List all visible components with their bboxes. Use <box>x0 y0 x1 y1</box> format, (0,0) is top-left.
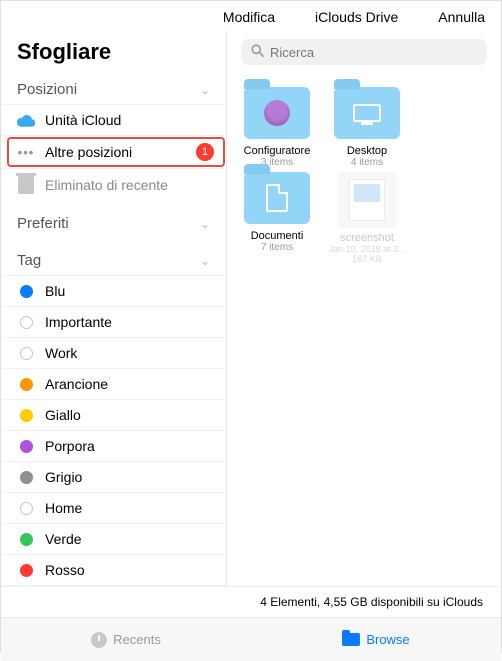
folder-icon <box>244 87 310 139</box>
trash-icon <box>17 176 35 194</box>
chevron-down-icon: ⌄ <box>200 217 210 231</box>
tag-label: Importante <box>45 314 214 330</box>
search-input[interactable] <box>270 45 477 60</box>
title: iClouds Drive <box>315 9 398 25</box>
tag-item[interactable]: Arancione <box>1 368 226 399</box>
sidebar-item-more-locations[interactable]: ••• Altre posizioni 1 <box>1 135 226 168</box>
tag-label: Porpora <box>45 438 214 454</box>
chevron-down-icon: ⌄ <box>200 83 210 97</box>
tag-label: Rosso <box>45 562 214 578</box>
tab-label: Recents <box>113 632 161 647</box>
tag-label: Grigio <box>45 469 214 485</box>
item-name: screenshot <box>340 232 394 244</box>
item-sub: 7 items <box>261 242 293 253</box>
section-favorites[interactable]: Preferiti ⌄ <box>1 209 226 238</box>
section-locations[interactable]: Posizioni ⌄ <box>1 75 226 104</box>
tag-label: Home <box>45 500 214 516</box>
status-bar: 4 Elementi, 4,55 GB disponibili su iClou… <box>1 586 501 617</box>
tab-label: Browse <box>366 632 409 647</box>
section-tags[interactable]: Tag ⌄ <box>1 246 226 275</box>
file-item[interactable]: screenshotJan 10, 2018 at 3...167 KB <box>325 172 409 264</box>
section-label: Tag <box>17 252 41 269</box>
tag-dot-icon <box>17 409 35 422</box>
tag-item[interactable]: Home <box>1 492 226 523</box>
folder-icon <box>342 633 360 646</box>
tag-label: Giallo <box>45 407 214 423</box>
clock-icon <box>91 632 107 648</box>
tag-item[interactable]: Grigio <box>1 461 226 492</box>
tag-dot-icon <box>17 378 35 391</box>
sidebar-item-label: Altre posizioni <box>45 144 186 160</box>
tag-item[interactable]: Giallo <box>1 399 226 430</box>
tag-label: Verde <box>45 531 214 547</box>
sidebar-item-label: Eliminato di recente <box>45 177 214 193</box>
tag-dot-icon <box>17 440 35 453</box>
item-sub: 4 items <box>351 157 383 168</box>
content-area: Configuratore3 itemsDesktop4 itemsDocume… <box>227 31 501 586</box>
tag-label: Arancione <box>45 376 214 392</box>
bottom-bar: Recents Browse <box>1 617 501 661</box>
tag-ring-icon <box>17 347 35 360</box>
tag-label: Work <box>45 345 214 361</box>
tab-recents[interactable]: Recents <box>1 618 251 661</box>
item-size: 167 KB <box>352 254 382 264</box>
sidebar-item-label: Unità iCloud <box>45 112 214 128</box>
tag-dot-icon <box>17 471 35 484</box>
edit-button[interactable]: Modifica <box>223 9 275 25</box>
tag-label: Blu <box>45 283 214 299</box>
sidebar-item-recently-deleted[interactable]: Eliminato di recente <box>1 168 226 201</box>
tag-item[interactable]: Porpora <box>1 430 226 461</box>
notification-badge: 1 <box>196 143 214 161</box>
tab-browse[interactable]: Browse <box>251 618 501 661</box>
tag-item[interactable]: Rosso <box>1 554 226 586</box>
item-name: Desktop <box>347 145 387 157</box>
page-title: Sfogliare <box>1 35 226 75</box>
folder-item[interactable]: Documenti7 items <box>235 172 319 264</box>
section-label: Posizioni <box>17 81 77 98</box>
tag-ring-icon <box>17 316 35 329</box>
search-field[interactable] <box>241 39 487 65</box>
folder-icon <box>244 172 310 224</box>
item-name: Documenti <box>251 230 304 242</box>
tag-dot-icon <box>17 564 35 577</box>
tag-item[interactable]: Importante <box>1 306 226 337</box>
folder-item[interactable]: Desktop4 items <box>325 87 409 168</box>
tag-item[interactable]: Blu <box>1 275 226 306</box>
item-date: Jan 10, 2018 at 3... <box>328 244 405 254</box>
tag-ring-icon <box>17 502 35 515</box>
tag-item[interactable]: Verde <box>1 523 226 554</box>
more-icon: ••• <box>17 145 35 160</box>
tag-dot-icon <box>17 533 35 546</box>
cancel-button[interactable]: Annulla <box>438 9 485 25</box>
tag-item[interactable]: Work <box>1 337 226 368</box>
sidebar: Sfogliare Posizioni ⌄ Unità iCloud ••• A… <box>1 31 227 586</box>
cloud-icon <box>17 113 35 127</box>
chevron-down-icon: ⌄ <box>200 254 210 268</box>
search-icon <box>251 44 264 60</box>
item-name: Configuratore <box>244 145 311 157</box>
folder-item[interactable]: Configuratore3 items <box>235 87 319 168</box>
items-grid: Configuratore3 itemsDesktop4 itemsDocume… <box>227 75 501 276</box>
sidebar-item-icloud[interactable]: Unità iCloud <box>1 104 226 135</box>
folder-icon <box>334 87 400 139</box>
file-thumb <box>339 172 395 228</box>
section-label: Preferiti <box>17 215 69 232</box>
tag-dot-icon <box>17 285 35 298</box>
